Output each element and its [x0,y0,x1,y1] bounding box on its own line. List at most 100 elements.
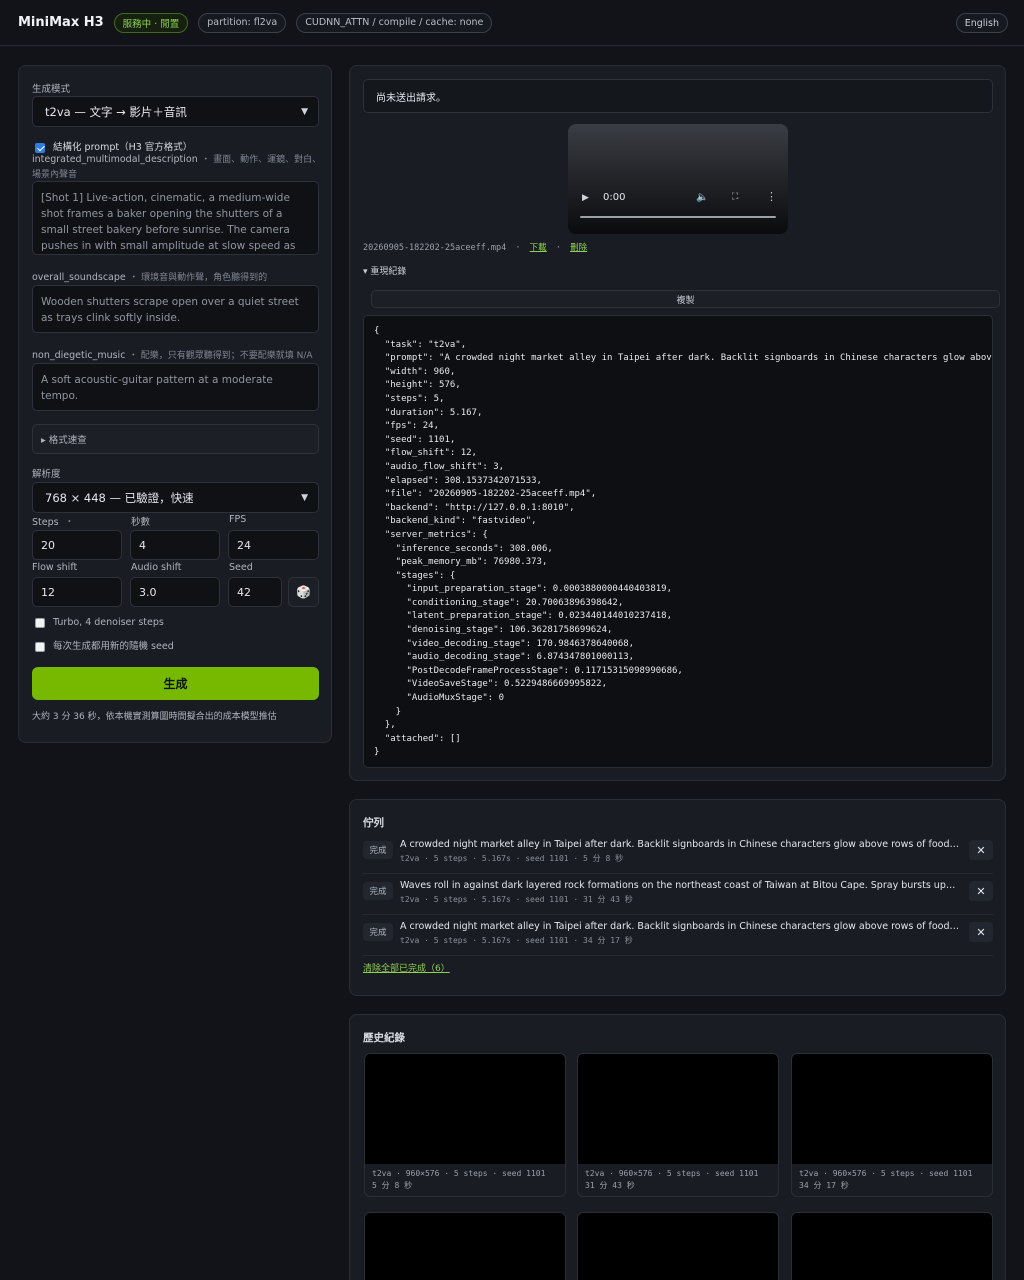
history-item[interactable]: t2va · 960×576 · 5 steps · seed 1101 34 … [791,1053,993,1197]
output-panel: 尚未送出請求。 ▶ 0:00 🔈 ⛶ ⋮ 20260905-182202-25a… [349,65,1006,781]
video-thumbnail[interactable] [578,1054,778,1164]
integrated-description-text: [Shot 1] Live-action, cinematic, a mediu… [41,192,296,252]
structured-prompt-row: 結構化 prompt（H3 官方格式） [35,139,192,153]
soundscape-textarea[interactable]: Wooden shutters scrape open over a quiet… [32,285,319,333]
history-item[interactable] [791,1212,993,1280]
soundscape-label: overall_soundscape [32,272,126,283]
history-panel: 歷史紀錄 t2va · 960×576 · 5 steps · seed 110… [349,1014,1006,1280]
steps-label-row: Steps ・ [32,514,74,528]
volume-icon[interactable]: 🔈 [696,192,708,203]
app-title: MiniMax H3 [18,15,104,30]
remove-icon[interactable]: ✕ [969,840,993,860]
queue-item[interactable]: 完成 A crowded night market alley in Taipe… [363,915,993,956]
separator: · [515,243,521,253]
history-item-meta: t2va · 960×576 · 5 steps · seed 1101 [799,1169,973,1178]
seed-input[interactable]: 42 [228,577,282,607]
remove-icon[interactable]: ✕ [969,922,993,942]
queue-item[interactable]: 完成 Waves roll in against dark layered ro… [363,874,993,915]
chevron-down-icon: ▼ [301,492,308,503]
separator: · [555,243,561,253]
video-thumbnail[interactable] [365,1213,565,1280]
attention-pill: CUDNN_ATTN / compile / cache: none [296,12,493,33]
language-button[interactable]: English [955,13,1008,33]
video-thumbnail[interactable] [578,1213,778,1280]
history-item[interactable]: t2va · 960×576 · 5 steps · seed 1101 31 … [577,1053,779,1197]
seconds-input[interactable]: 4 [130,530,220,560]
structured-prompt-checkbox[interactable] [35,142,45,153]
integrated-description-textarea[interactable]: [Shot 1] Live-action, cinematic, a mediu… [32,181,319,255]
top-bar: MiniMax H3 服務中 · 閒置 partition: fl2va CUD… [0,0,1024,46]
clear-completed-link[interactable]: 清除全部已完成（6） [363,961,450,974]
random-seed-row: 每次生成都用新的隨機 seed [35,638,174,652]
generation-form: 生成模式 t2va — 文字 → 影片＋音訊 ▼ 結構化 prompt（H3 官… [18,65,332,743]
estimate-text: 大約 3 分 36 秒，依本機實測算圖時間擬合出的成本模型推估 [32,712,277,722]
seed-value: 42 [237,585,251,599]
video-progress-bar[interactable] [580,216,776,218]
music-text: A soft acoustic-guitar pattern at a mode… [41,374,273,402]
file-name: 20260905-182202-25aceeff.mp4 [363,243,507,253]
video-player[interactable]: ▶ 0:00 🔈 ⛶ ⋮ [568,124,788,234]
fullscreen-icon[interactable]: ⛶ [732,192,738,202]
turbo-label: Turbo, 4 denoiser steps [53,617,164,628]
history-item-meta: t2va · 960×576 · 5 steps · seed 1101 [585,1169,759,1178]
queue-item-title: Waves roll in against dark layered rock … [400,880,962,891]
fps-label: FPS [229,514,247,525]
delete-link[interactable]: 刪除 [570,243,587,253]
mode-label: 生成模式 [32,84,71,95]
status-text: 尚未送出請求。 [376,92,446,104]
music-label: non_diegetic_music [32,350,126,361]
music-hint: ・ 配樂，只有觀眾聽得到；不要配樂就填 N/A [128,351,313,361]
remove-icon[interactable]: ✕ [969,881,993,901]
soundscape-hint: ・ 環境音與動作聲，角色聽得到的 [129,273,268,283]
queue-title: 佇列 [363,817,384,829]
history-title: 歷史紀錄 [363,1032,405,1044]
video-time: 0:00 [603,192,626,203]
video-thumbnail[interactable] [365,1054,565,1164]
music-label-row: non_diegetic_music ・ 配樂，只有觀眾聽得到；不要配樂就填 N… [32,348,322,361]
chevron-down-icon: ▼ [301,106,308,117]
integrated-label: integrated_multimodal_description [32,154,198,165]
queue-item-meta: t2va · 5 steps · 5.167s · seed 1101 · 31… [400,895,633,904]
repro-toggle[interactable]: ▾ 重現紀錄 [363,264,406,277]
more-options-icon[interactable]: ⋮ [766,190,777,203]
mode-select[interactable]: t2va — 文字 → 影片＋音訊 ▼ [32,96,319,127]
turbo-row: Turbo, 4 denoiser steps [35,617,164,628]
flow-shift-input[interactable]: 12 [32,577,122,607]
history-item-time: 31 分 43 秒 [585,1181,635,1190]
queue-item[interactable]: 完成 A crowded night market alley in Taipe… [363,833,993,874]
history-item-time: 5 分 8 秒 [372,1181,413,1190]
repro-json-block: { "task": "t2va", "prompt": "A crowded n… [363,315,993,768]
resolution-select[interactable]: 768 × 448 — 已驗證，快速 ▼ [32,482,319,513]
seconds-value: 4 [139,538,146,552]
history-item[interactable] [577,1212,779,1280]
seconds-label: 秒數 [131,517,151,528]
queue-status-badge: 完成 [363,882,393,900]
music-textarea[interactable]: A soft acoustic-guitar pattern at a mode… [32,363,319,411]
history-item-time: 34 分 17 秒 [799,1181,849,1190]
repro-json-text: { "task": "t2va", "prompt": "A crowded n… [374,326,992,758]
audio-shift-input[interactable]: 3.0 [130,577,220,607]
integrated-label-row: integrated_multimodal_description ・ 畫面、動… [32,152,322,182]
generate-button[interactable]: 生成 [32,667,319,700]
resolution-label: 解析度 [32,469,61,480]
mode-value: t2va — 文字 → 影片＋音訊 [45,104,187,119]
dice-icon: 🎲 [296,585,311,599]
status-pill: 服務中 · 閒置 [113,12,189,33]
steps-input[interactable]: 20 [32,530,122,560]
soundscape-label-row: overall_soundscape ・ 環境音與動作聲，角色聽得到的 [32,270,322,283]
turbo-checkbox[interactable] [35,617,45,628]
play-icon[interactable]: ▶ [582,193,589,203]
download-link[interactable]: 下載 [530,243,547,253]
random-seed-button[interactable]: 🎲 [288,577,319,607]
queue-panel: 佇列 完成 A crowded night market alley in Ta… [349,799,1006,996]
random-seed-checkbox[interactable] [35,641,45,652]
video-thumbnail[interactable] [792,1213,992,1280]
fps-input[interactable]: 24 [228,530,319,560]
history-item[interactable] [364,1212,566,1280]
queue-item-title: A crowded night market alley in Taipei a… [400,921,962,932]
format-check-toggle[interactable]: ▸ 格式速查 [32,424,319,454]
copy-button[interactable]: 複製 [371,290,1000,308]
history-item[interactable]: t2va · 960×576 · 5 steps · seed 1101 5 分… [364,1053,566,1197]
video-thumbnail[interactable] [792,1054,992,1164]
format-check-label: ▸ 格式速查 [41,435,87,446]
